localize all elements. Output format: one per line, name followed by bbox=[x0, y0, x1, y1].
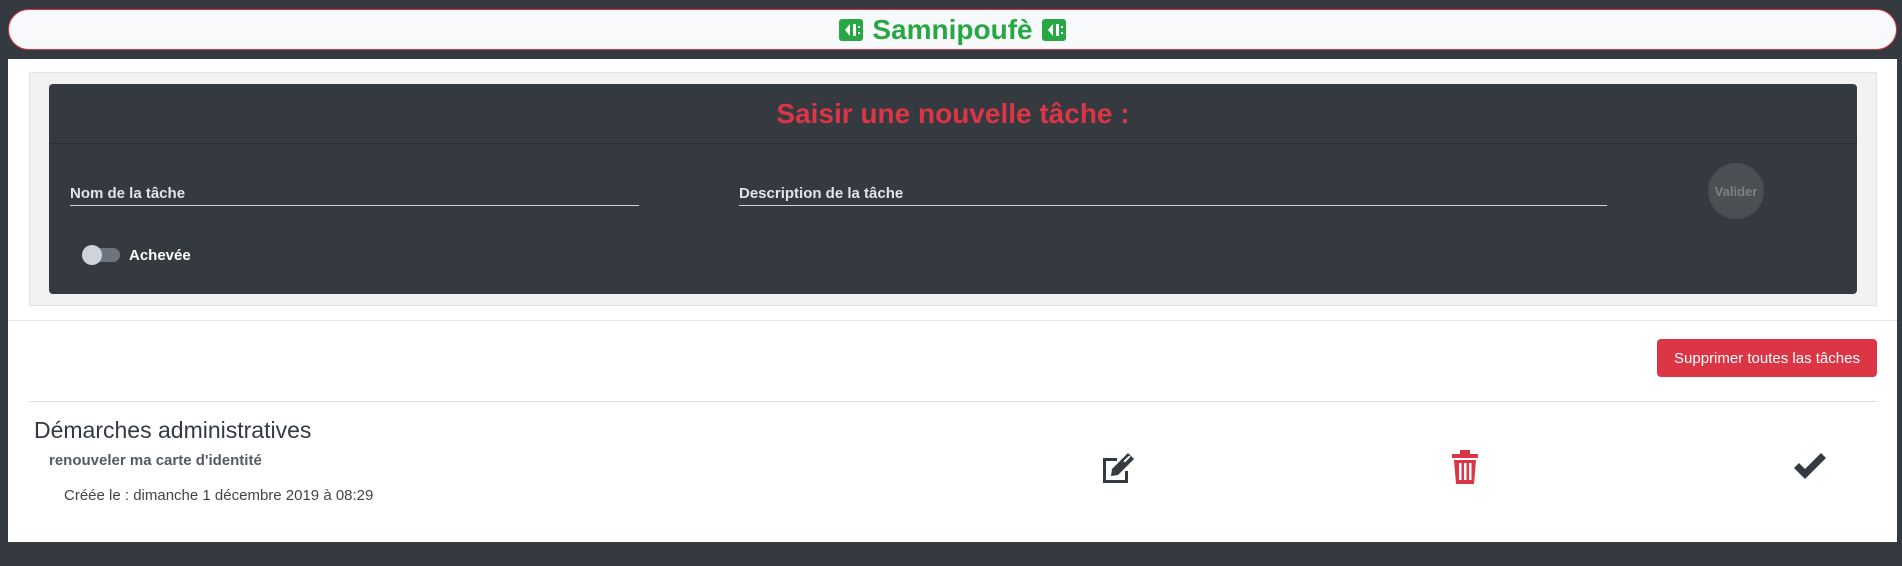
task-form: Saisir une nouvelle tâche : Nom de la tâ… bbox=[49, 84, 1857, 294]
edit-icon[interactable] bbox=[1099, 450, 1139, 491]
task-description-placeholder: Description de la tâche bbox=[739, 185, 904, 202]
task-name-input[interactable]: Nom de la tâche bbox=[70, 185, 639, 206]
trash-icon[interactable] bbox=[1449, 449, 1481, 490]
check-icon[interactable] bbox=[1791, 451, 1829, 488]
task-form-container: Saisir une nouvelle tâche : Nom de la tâ… bbox=[29, 72, 1877, 306]
main-content: Saisir une nouvelle tâche : Nom de la tâ… bbox=[8, 59, 1897, 542]
divider bbox=[29, 401, 1877, 402]
done-toggle-label: Achevée bbox=[129, 247, 191, 264]
form-title: Saisir une nouvelle tâche : bbox=[49, 84, 1857, 144]
submit-button[interactable]: Valider bbox=[1708, 163, 1764, 219]
brand-logo-icon bbox=[838, 17, 864, 43]
task-created-date: Créée le : dimanche 1 décembre 2019 à 08… bbox=[64, 487, 374, 504]
delete-all-button[interactable]: Supprimer toutes las tâches bbox=[1657, 339, 1877, 377]
brand-name: Samnipoufè bbox=[872, 13, 1033, 45]
app-header: Samnipoufè bbox=[8, 9, 1897, 50]
task-description-input[interactable]: Description de la tâche bbox=[739, 185, 1607, 206]
task-description: renouveler ma carte d'identité bbox=[49, 452, 262, 469]
task-title: Démarches administratives bbox=[34, 417, 312, 443]
toggle-knob bbox=[82, 245, 102, 265]
done-toggle[interactable] bbox=[82, 245, 120, 265]
divider bbox=[8, 320, 1897, 321]
brand-logo-icon bbox=[1041, 17, 1067, 43]
task-name-placeholder: Nom de la tâche bbox=[70, 185, 186, 202]
